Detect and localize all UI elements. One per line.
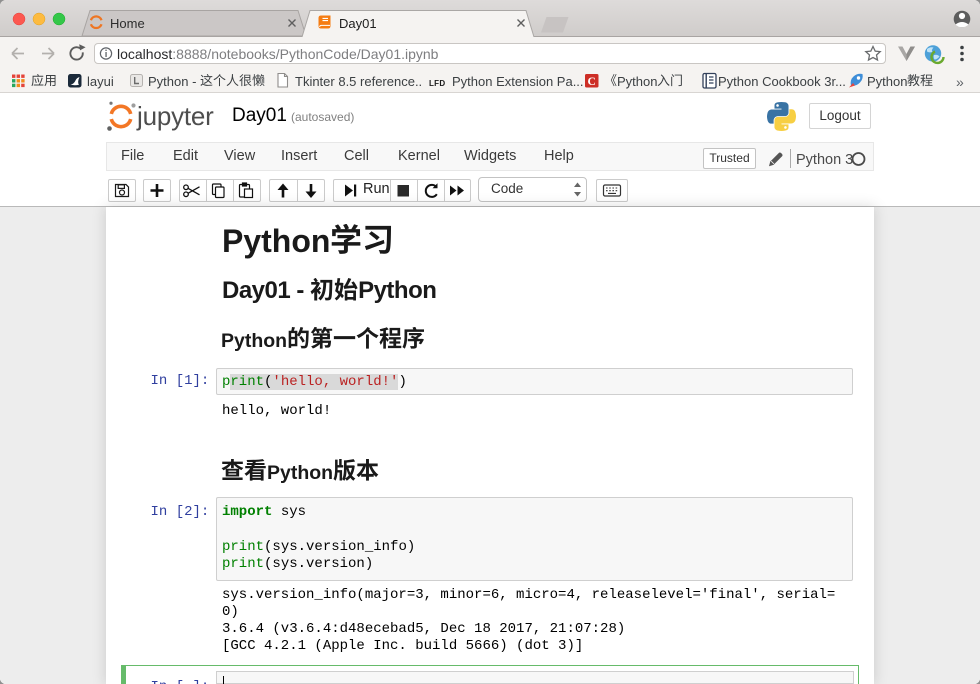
svg-text:C: C <box>588 76 596 88</box>
